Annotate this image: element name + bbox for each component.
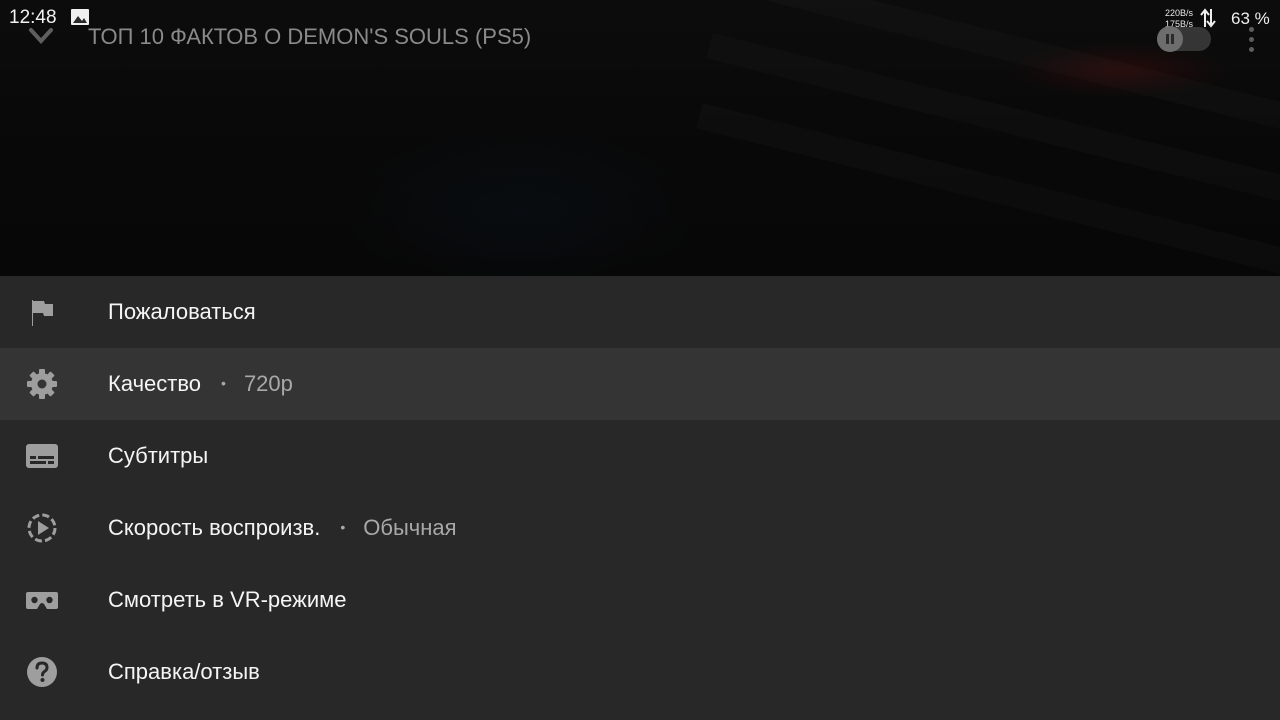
menu-item-report[interactable]: Пожаловаться <box>0 276 1280 348</box>
menu-item-label: Скорость воспроизв. • Обычная <box>108 492 457 564</box>
separator-dot: • <box>221 375 226 391</box>
menu-item-subtitles[interactable]: Субтитры <box>0 420 1280 492</box>
menu-item-text: Скорость воспроизв. <box>108 515 321 540</box>
flag-icon <box>32 300 53 326</box>
menu-item-label: Качество • 720p <box>108 348 293 420</box>
menu-item-label: Справка/отзыв <box>108 636 260 708</box>
video-title: ТОП 10 ФАКТОВ О DEMON'S SOULS (PS5) <box>88 24 532 49</box>
menu-item-text: Качество <box>108 371 202 396</box>
menu-item-text: Справка/отзыв <box>108 659 260 684</box>
menu-item-label: Субтитры <box>108 420 208 492</box>
data-transfer-icon <box>1200 8 1216 28</box>
pause-icon <box>1157 26 1183 52</box>
separator-dot: • <box>340 519 346 535</box>
menu-item-playback-speed[interactable]: Скорость воспроизв. • Обычная <box>0 492 1280 564</box>
menu-item-text: Смотреть в VR-режиме <box>108 587 347 612</box>
options-menu: Пожаловаться Качество • 720p Субтитры Ск… <box>0 276 1280 720</box>
gallery-notification-icon <box>71 9 89 25</box>
menu-item-label: Пожаловаться <box>108 276 256 348</box>
subtitles-icon <box>26 444 58 468</box>
quality-value: 720p <box>243 371 293 396</box>
menu-item-help-feedback[interactable]: Справка/отзыв <box>0 636 1280 708</box>
menu-item-text: Субтитры <box>108 443 209 468</box>
video-player[interactable]: 12:48 220B/s 175B/s 63 % ТОП 10 ФАКТОВ О… <box>0 0 1280 276</box>
gear-icon <box>27 369 57 399</box>
playback-speed-value: Обычная <box>363 515 457 540</box>
menu-item-vr-mode[interactable]: Смотреть в VR-режиме <box>0 564 1280 636</box>
menu-item-quality[interactable]: Качество • 720p <box>0 348 1280 420</box>
menu-item-text: Пожаловаться <box>108 299 256 324</box>
vr-headset-icon <box>26 592 58 609</box>
menu-item-label: Смотреть в VR-режиме <box>108 564 347 636</box>
autoplay-toggle[interactable] <box>1157 26 1211 52</box>
chevron-down-icon[interactable] <box>27 23 55 49</box>
network-speed-up: 220B/s <box>1165 8 1194 18</box>
help-icon <box>27 657 57 687</box>
playback-speed-icon <box>27 513 57 543</box>
more-options-icon[interactable] <box>1240 25 1262 55</box>
